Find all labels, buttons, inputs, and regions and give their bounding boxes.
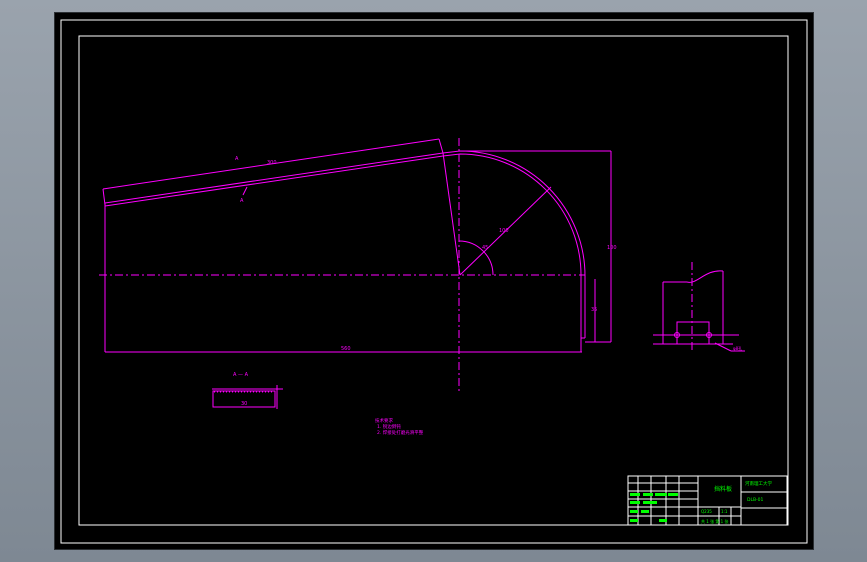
dim-total-length: 560 — [341, 346, 351, 352]
detail-view: φ8孔 — [653, 262, 745, 353]
title-sheet-info: 共 1 张 第 1 张 — [701, 518, 728, 524]
dim-small-height: 35 — [591, 307, 597, 313]
notes-line-1: 1. 锐边倒钝 — [377, 423, 401, 430]
cad-drawing-viewport[interactable]: 300 560 100 45 100 35 A A A — A 30 φ8孔 技… — [54, 12, 814, 550]
dim-angle: 45 — [482, 245, 488, 251]
section-a-a-view: A — A 30 — [212, 372, 283, 409]
notes-heading: 技术要求 — [375, 417, 393, 424]
title-scale: 1:1 — [721, 509, 728, 514]
outer-frame — [60, 19, 808, 544]
section-arrow — [242, 186, 248, 196]
detail-dim: φ8孔 — [733, 345, 742, 351]
dim-radius: 100 — [499, 228, 509, 234]
section-marker-bottom: A — [240, 198, 244, 204]
dim-right-height: 100 — [607, 245, 617, 251]
title-school: 河南理工大学 — [745, 480, 772, 487]
inner-frame — [78, 35, 789, 526]
title-material: Q235 — [701, 509, 712, 514]
dim-slope-length: 300 — [267, 160, 277, 166]
title-part-name: 挡料板 — [714, 485, 732, 493]
title-drawing-number: DLB-01 — [747, 497, 764, 503]
title-block: 挡料板 河南理工大学 DLB-01 Q235 1:1 共 1 张 第 1 张 — [627, 475, 788, 526]
notes-line-2: 2. 焊接处打磨光滑平整 — [377, 429, 424, 436]
section-title: A — A — [233, 372, 249, 378]
section-marker-top: A — [235, 156, 239, 162]
drawing-canvas[interactable]: 300 560 100 45 100 35 A A A — A 30 φ8孔 技… — [55, 13, 813, 549]
section-dim: 30 — [241, 401, 247, 407]
technical-notes: 技术要求 1. 锐边倒钝 2. 焊接处打磨光滑平整 — [375, 417, 424, 436]
main-profile — [102, 138, 586, 353]
